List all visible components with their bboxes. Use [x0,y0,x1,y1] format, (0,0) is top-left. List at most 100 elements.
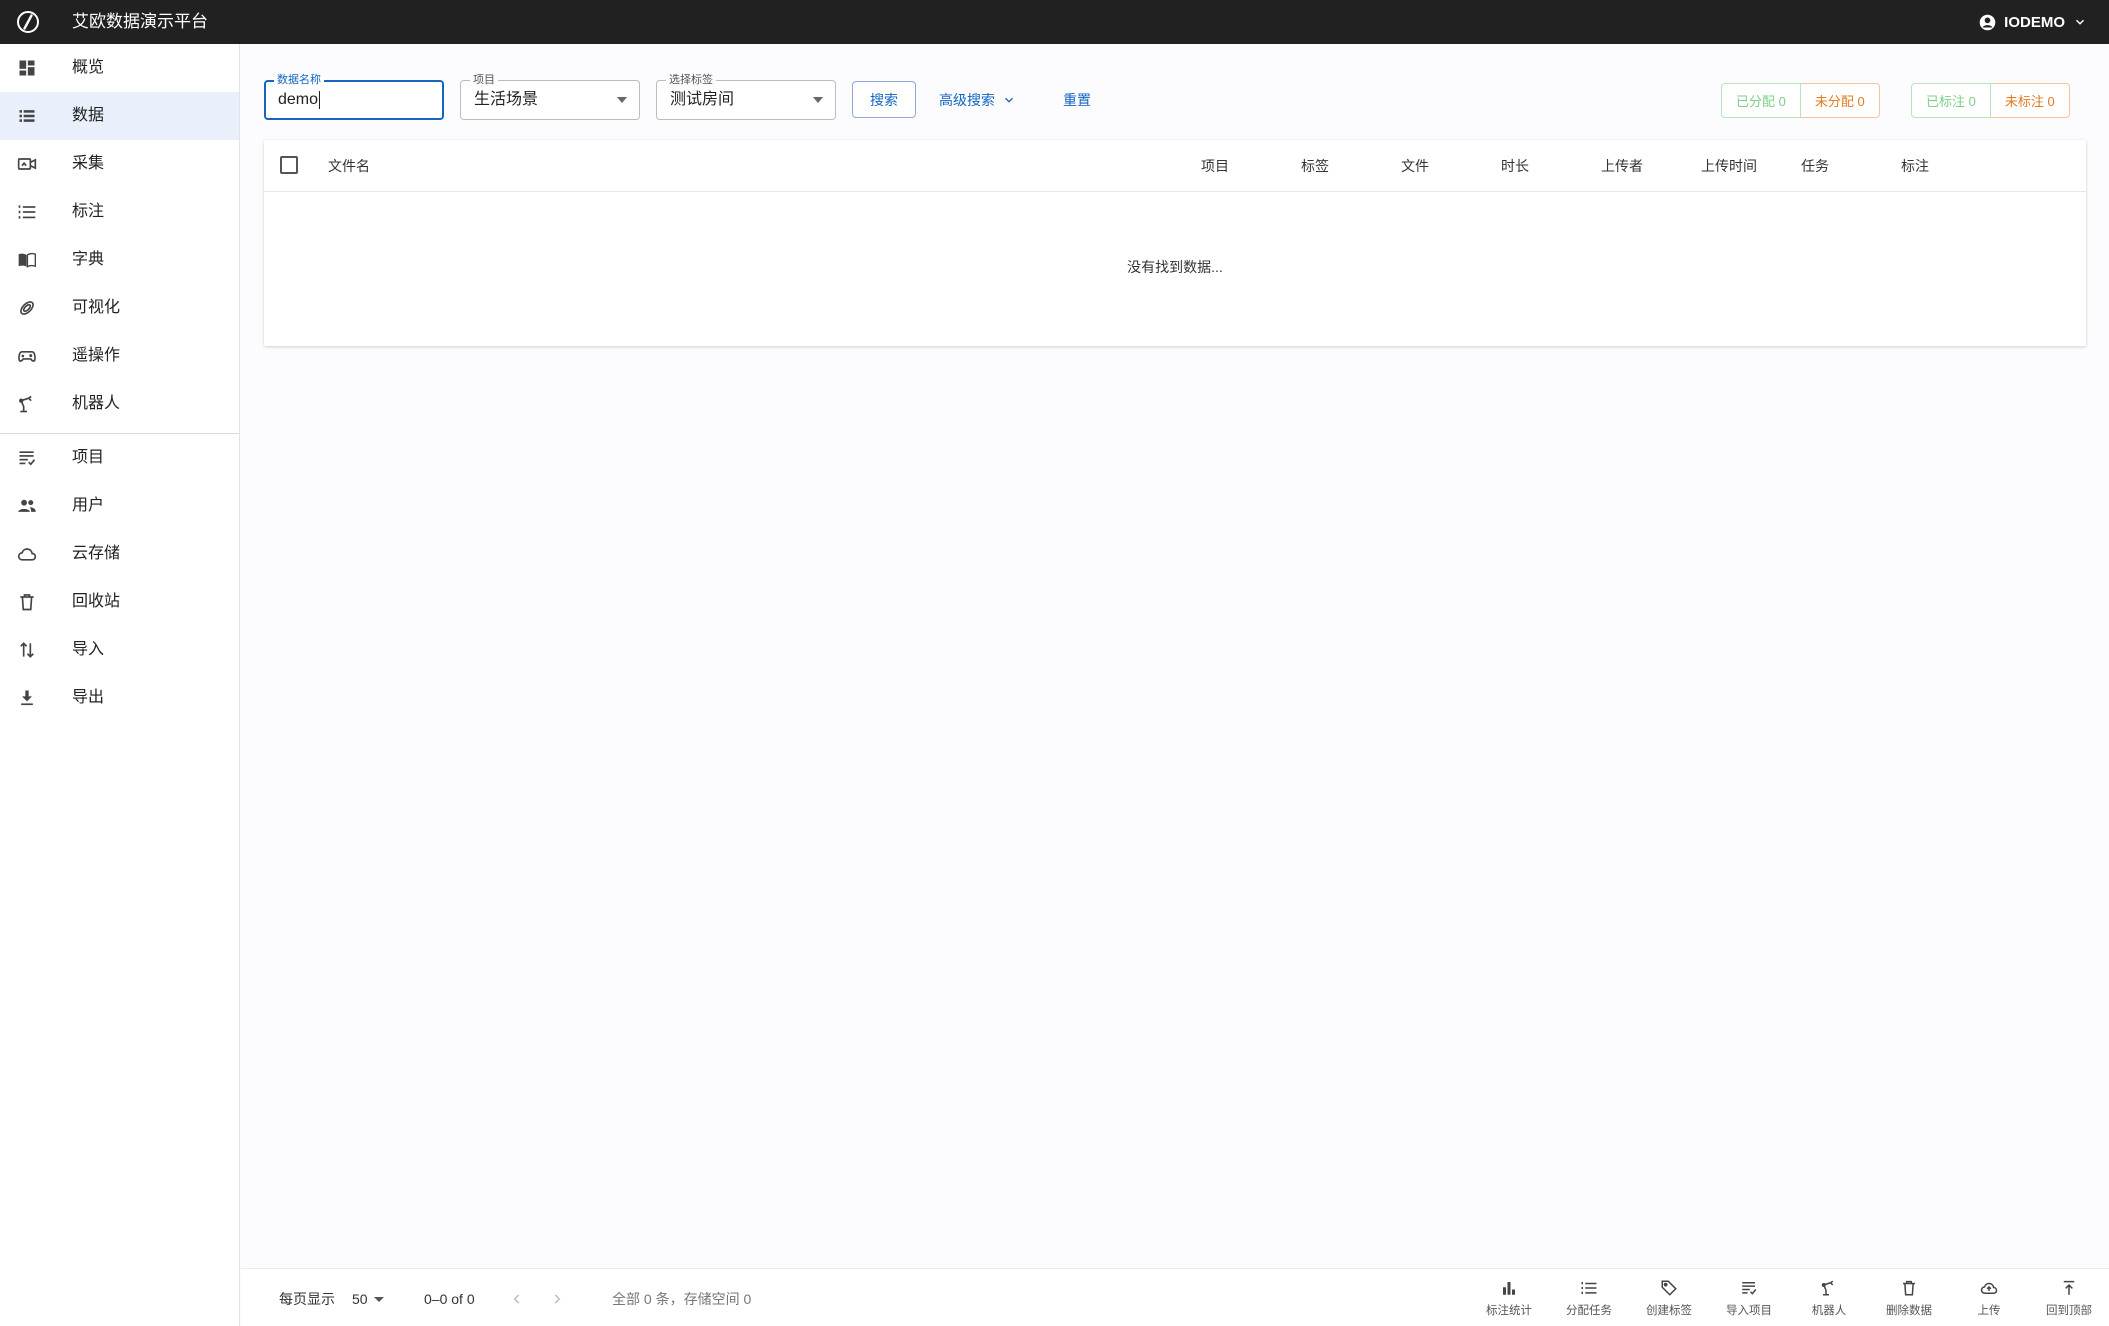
gamepad-icon [16,346,38,366]
column-header-upload-time[interactable]: 上传时间 [1701,140,1757,192]
robot-button[interactable]: 机器人 [1794,1277,1864,1323]
account-circle-icon [1979,14,1996,30]
dropdown-arrow-icon [617,97,627,103]
annotation-stats: 已标注 0 未标注 0 [1911,83,2070,118]
trash-icon [16,592,38,612]
unlabeled-count-badge[interactable]: 未标注 0 [1990,83,2070,118]
top-app-bar: 艾欧数据演示平台 IODEMO [0,0,2109,44]
column-header-files[interactable]: 文件 [1401,140,1429,192]
sidebar-item-label: 采集 [72,155,105,172]
sidebar-item-teleoperation[interactable]: 遥操作 [0,332,239,380]
upload-button[interactable]: 上传 [1954,1277,2024,1323]
import-project-button[interactable]: 导入项目 [1714,1277,1784,1323]
sidebar-item-label: 用户 [72,497,105,514]
project-select[interactable]: 项目 生活场景 [460,73,640,120]
labeled-count-badge[interactable]: 已标注 0 [1911,83,1991,118]
sidebar-item-label: 遥操作 [72,347,121,364]
list-icon [1578,1277,1600,1299]
table-header: 文件名 项目 标签 文件 时长 上传者 上传时间 任务 标注 [264,140,2086,192]
action-label: 上传 [1977,1305,2001,1317]
column-header-tag[interactable]: 标签 [1301,140,1329,192]
action-label: 导入项目 [1726,1305,1772,1317]
reset-button[interactable]: 重置 [1063,81,1091,118]
checklist-icon [16,448,38,468]
data-table: 文件名 项目 标签 文件 时长 上传者 上传时间 任务 标注 没有找到数据... [264,140,2086,346]
action-label: 回到顶部 [2046,1305,2092,1317]
sidebar-item-label: 标注 [72,203,105,220]
sidebar-item-label: 导出 [72,689,105,706]
app-title: 艾欧数据演示平台 [72,12,208,31]
cloud-upload-icon [1978,1277,2000,1299]
next-page-button[interactable] [545,1287,569,1311]
sidebar-item-projects[interactable]: 项目 [0,434,239,482]
empty-state-message: 没有找到数据... [1127,259,1223,275]
tag-icon [1658,1277,1680,1299]
cloud-icon [16,544,38,564]
video-camera-icon [16,154,38,174]
back-to-top-button[interactable]: 回到顶部 [2034,1277,2104,1323]
sidebar-item-label: 回收站 [72,593,121,610]
bar-chart-icon [1498,1277,1520,1299]
sidebar-item-label: 机器人 [72,395,121,412]
dashboard-icon [16,58,38,78]
delete-data-button[interactable]: 删除数据 [1874,1277,1944,1323]
action-label: 标注统计 [1486,1305,1532,1317]
arrow-to-top-icon [2058,1277,2080,1299]
sidebar-item-capture[interactable]: 采集 [0,140,239,188]
storage-summary: 全部 0 条，存储空间 0 [612,1291,752,1307]
advanced-search-button[interactable]: 高级搜索 [939,81,1015,118]
previous-page-button[interactable] [505,1287,529,1311]
sidebar-item-overview[interactable]: 概览 [0,44,239,92]
data-name-input[interactable]: demo [278,91,318,108]
sidebar-item-label: 云存储 [72,545,121,562]
column-header-annotation[interactable]: 标注 [1901,140,1929,192]
column-header-project[interactable]: 项目 [1201,140,1229,192]
search-button[interactable]: 搜索 [852,81,916,118]
per-page-select[interactable]: 50 [352,1269,384,1326]
action-label: 删除数据 [1886,1305,1932,1317]
sidebar-nav: 概览 数据 采集 标注 字典 可视化 遥操作 机器人 项目 用户 云存储 回收站… [0,44,240,1326]
column-header-task[interactable]: 任务 [1801,140,1829,192]
numbered-list-icon [16,202,38,222]
text-cursor [319,90,321,109]
sidebar-item-annotation[interactable]: 标注 [0,188,239,236]
chevron-right-icon [554,1294,561,1304]
per-page-label: 每页显示 [279,1291,335,1307]
action-label: 机器人 [1811,1305,1847,1317]
sidebar-item-export[interactable]: 导出 [0,674,239,722]
tag-select[interactable]: 选择标签 测试房间 [656,73,836,120]
sidebar-item-label: 数据 [72,107,105,124]
sidebar-item-label: 可视化 [72,299,121,316]
tag-select-value: 测试房间 [670,91,735,108]
chevron-down-icon [2076,19,2084,25]
create-tag-button[interactable]: 创建标签 [1634,1277,1704,1323]
column-header-duration[interactable]: 时长 [1501,140,1529,192]
sidebar-item-import[interactable]: 导入 [0,626,239,674]
sidebar-item-recycle-bin[interactable]: 回收站 [0,578,239,626]
user-menu[interactable]: IODEMO [1979,0,2087,44]
list-icon [16,106,38,126]
sidebar-item-robot[interactable]: 机器人 [0,380,239,428]
select-all-checkbox[interactable] [280,156,298,174]
sidebar-item-dictionary[interactable]: 字典 [0,236,239,284]
per-page-value: 50 [352,1291,368,1307]
checklist-icon [1738,1277,1760,1299]
advanced-search-label: 高级搜索 [939,91,995,108]
sidebar-item-data[interactable]: 数据 [0,92,239,140]
assigned-count-badge[interactable]: 已分配 0 [1721,83,1801,118]
project-select-value: 生活场景 [474,91,539,108]
annotation-stats-button[interactable]: 标注统计 [1474,1277,1544,1323]
unassigned-count-badge[interactable]: 未分配 0 [1800,83,1880,118]
sidebar-item-label: 项目 [72,449,105,466]
column-header-uploader[interactable]: 上传者 [1601,140,1643,192]
sidebar-item-cloud-storage[interactable]: 云存储 [0,530,239,578]
sidebar-item-users[interactable]: 用户 [0,482,239,530]
sidebar-item-visualization[interactable]: 可视化 [0,284,239,332]
assign-task-button[interactable]: 分配任务 [1554,1277,1624,1323]
app-logo-icon[interactable] [16,10,40,34]
data-name-field[interactable]: 数据名称 demo [264,73,444,120]
dropdown-arrow-icon [813,97,823,103]
robot-arm-icon [16,394,38,414]
column-header-filename[interactable]: 文件名 [328,140,370,192]
download-icon [16,688,38,708]
